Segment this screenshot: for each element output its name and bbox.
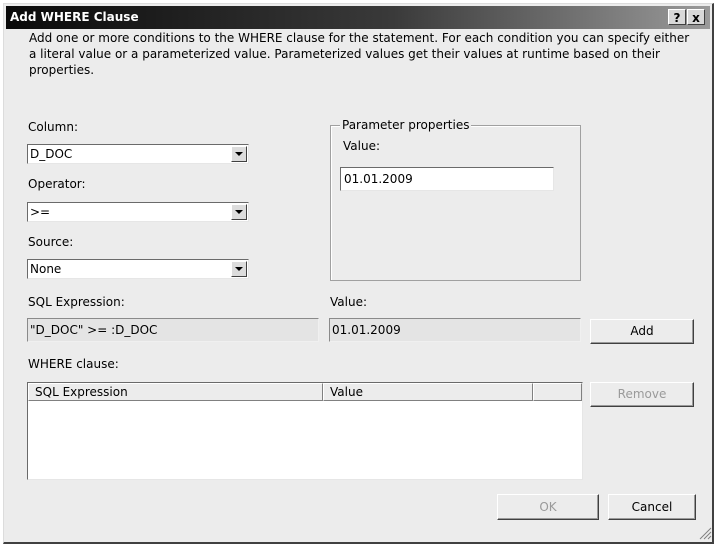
operator-label: Operator: [28, 177, 86, 191]
column-dropdown-button[interactable] [231, 146, 247, 162]
column-label: Column: [28, 120, 78, 134]
title-bar[interactable]: Add WHERE Clause ? x [6, 6, 710, 29]
column-select[interactable]: D_DOC [27, 144, 249, 164]
column-header-empty[interactable] [533, 383, 582, 401]
source-label: Source: [28, 235, 74, 249]
source-value: None [30, 262, 62, 276]
column-header-value[interactable]: Value [323, 383, 533, 401]
operator-dropdown-button[interactable] [231, 204, 247, 220]
chevron-down-icon [235, 210, 243, 214]
column-value: D_DOC [30, 147, 73, 161]
remove-button[interactable]: Remove [590, 382, 694, 407]
cancel-button[interactable]: Cancel [608, 494, 696, 520]
parameter-value-label: Value: [343, 139, 380, 153]
close-icon: x [692, 11, 700, 25]
sql-expression-field: "D_DOC" >= :D_DOC [27, 318, 319, 342]
value-field: 01.01.2009 [329, 318, 581, 342]
sql-expression-value: "D_DOC" >= :D_DOC [30, 323, 158, 337]
operator-value: >= [30, 205, 51, 219]
sql-expression-label: SQL Expression: [28, 295, 125, 309]
chevron-down-icon [235, 267, 243, 271]
source-dropdown-button[interactable] [231, 261, 247, 277]
help-icon: ? [673, 11, 681, 25]
dialog-title: Add WHERE Clause [10, 10, 139, 24]
resize-grip-icon[interactable] [698, 526, 712, 540]
operator-select[interactable]: >= [27, 202, 249, 222]
value-field-value: 01.01.2009 [332, 323, 401, 337]
column-header-sql-expression[interactable]: SQL Expression [28, 383, 323, 401]
add-button[interactable]: Add [590, 319, 694, 344]
ok-button[interactable]: OK [497, 494, 599, 520]
intro-text: Add one or more conditions to the WHERE … [29, 31, 690, 77]
parameter-value: 01.01.2009 [344, 172, 413, 186]
where-clause-label: WHERE clause: [28, 357, 119, 371]
help-button[interactable]: ? [668, 9, 686, 25]
parameter-properties-title: Parameter properties [340, 118, 472, 132]
value-label: Value: [330, 295, 367, 309]
where-clause-list[interactable]: SQL Expression Value [27, 382, 583, 480]
parameter-value-input[interactable]: 01.01.2009 [340, 167, 554, 191]
chevron-down-icon [235, 152, 243, 156]
source-select[interactable]: None [27, 259, 249, 279]
close-button[interactable]: x [687, 9, 705, 25]
